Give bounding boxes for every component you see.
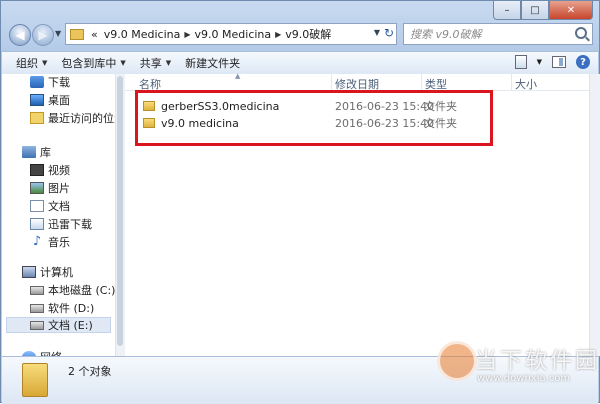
watermark-title: 当下软件园 — [475, 349, 600, 374]
help-icon[interactable]: ? — [576, 55, 590, 69]
include-in-library-label: 包含到库中 — [61, 57, 117, 70]
breadcrumb-item[interactable]: v9.0 Medicina — [104, 28, 181, 41]
chevron-right-icon[interactable]: ▶ — [275, 30, 281, 39]
navigation-pane: 下载 桌面 最近访问的位置 库 视频 图片 文档 迅雷下载 — [2, 74, 116, 356]
nav-item-music[interactable]: ♪ 音乐 — [30, 234, 70, 250]
nav-label: 音乐 — [48, 236, 70, 249]
nav-label: 桌面 — [48, 94, 70, 107]
toolbar-right: ▼ ? — [514, 55, 590, 69]
item-count: 2 个对象 — [68, 365, 112, 378]
nav-label: 计算机 — [40, 266, 73, 279]
search-icon[interactable] — [575, 27, 587, 39]
nav-item-recent[interactable]: 最近访问的位置 — [30, 110, 115, 126]
chevron-down-icon[interactable]: ▼ — [537, 58, 542, 66]
nav-label: 下载 — [48, 76, 70, 89]
content-scrollbar[interactable] — [589, 74, 600, 356]
refresh-icon[interactable]: ↻ — [384, 26, 394, 40]
breadcrumb-item[interactable]: v9.0破解 — [285, 26, 331, 42]
chevron-down-icon[interactable]: ▼ — [374, 28, 380, 37]
organize-label: 组织 — [16, 57, 38, 70]
drive-icon — [30, 303, 44, 313]
highlight-annotation-box — [135, 90, 493, 146]
nav-label: 库 — [40, 146, 51, 159]
nav-item-network[interactable]: 网络 — [22, 349, 62, 356]
nav-label: 图片 — [48, 182, 70, 195]
nav-item-libraries[interactable]: 库 — [22, 144, 51, 160]
column-size[interactable]: 大小 — [515, 76, 537, 92]
folder-icon — [22, 363, 48, 397]
explorer-window: – □ ✕ ◀ ▶ ▼ « v9.0 Medicina ▶ v9.0 Medic… — [0, 0, 600, 404]
document-icon — [30, 200, 44, 212]
download-icon — [30, 76, 44, 88]
nav-item-drive-e[interactable]: 文档 (E:) — [6, 317, 111, 333]
folder-icon — [70, 28, 84, 40]
breadcrumb-overflow[interactable]: « — [91, 28, 98, 41]
chevron-down-icon: ▼ — [42, 59, 48, 67]
picture-icon — [30, 182, 44, 194]
search-placeholder: 搜索 v9.0破解 — [410, 28, 482, 41]
new-folder-button[interactable]: 新建文件夹 — [185, 55, 240, 71]
column-divider[interactable] — [421, 74, 422, 90]
nav-item-pictures[interactable]: 图片 — [30, 180, 70, 196]
nav-item-downloads[interactable]: 下载 — [30, 74, 70, 90]
nav-label: 网络 — [40, 349, 62, 356]
nav-scrollbar-thumb[interactable] — [117, 76, 123, 346]
nav-item-thunder-downloads[interactable]: 迅雷下载 — [30, 216, 92, 232]
recent-pages-dropdown[interactable]: ▼ — [55, 29, 61, 38]
music-note-icon: ♪ — [32, 234, 42, 249]
minimize-button[interactable]: – — [493, 1, 521, 20]
preview-pane-icon[interactable] — [552, 56, 566, 68]
nav-label: 最近访问的位置 — [48, 112, 115, 125]
nav-label: 文档 (E:) — [48, 319, 93, 332]
library-icon — [22, 146, 36, 158]
nav-label: 软件 (D:) — [48, 302, 95, 315]
command-bar: 组织 ▼ 包含到库中 ▼ 共享 ▼ 新建文件夹 ▼ ? — [2, 51, 598, 75]
search-input[interactable]: 搜索 v9.0破解 — [403, 23, 593, 45]
watermark-logo-icon — [437, 341, 477, 381]
back-button[interactable]: ◀ — [9, 24, 31, 46]
nav-label: 文档 — [48, 200, 70, 213]
nav-item-documents[interactable]: 文档 — [30, 198, 70, 214]
chevron-right-icon[interactable]: ▶ — [184, 30, 190, 39]
change-view-icon[interactable] — [514, 55, 527, 69]
caption-buttons: – □ ✕ — [493, 1, 593, 20]
new-folder-label: 新建文件夹 — [185, 57, 241, 70]
close-button[interactable]: ✕ — [549, 1, 593, 20]
breadcrumb-item[interactable]: v9.0 Medicina — [195, 28, 272, 41]
column-headers: ▲ 名称 修改日期 类型 大小 — [125, 72, 589, 92]
file-list: ▲ 名称 修改日期 类型 大小 gerberSS3.0medicina 2016… — [125, 72, 589, 356]
nav-label: 本地磁盘 (C:) — [48, 284, 116, 297]
forward-button[interactable]: ▶ — [32, 24, 54, 46]
column-divider[interactable] — [511, 74, 512, 90]
organize-menu[interactable]: 组织 ▼ — [16, 55, 47, 71]
recent-places-icon — [30, 112, 44, 124]
chevron-down-icon: ▼ — [165, 59, 172, 67]
address-row: ◀ ▶ ▼ « v9.0 Medicina ▶ v9.0 Medicina ▶ … — [7, 23, 593, 47]
nav-item-drive-c[interactable]: 本地磁盘 (C:) — [30, 282, 115, 298]
nav-item-computer[interactable]: 计算机 — [22, 264, 73, 280]
nav-item-videos[interactable]: 视频 — [30, 162, 70, 178]
sort-arrow-icon: ▲ — [235, 72, 241, 80]
download-folder-icon — [30, 218, 44, 230]
desktop-icon — [30, 94, 44, 106]
share-menu[interactable]: 共享 ▼ — [140, 55, 171, 71]
maximize-button[interactable]: □ — [521, 1, 549, 20]
nav-item-drive-d[interactable]: 软件 (D:) — [30, 300, 94, 316]
column-divider[interactable] — [331, 74, 332, 90]
include-in-library-menu[interactable]: 包含到库中 ▼ — [61, 55, 125, 71]
drive-icon — [30, 285, 44, 295]
nav-item-desktop[interactable]: 桌面 — [30, 92, 70, 108]
drive-icon — [30, 320, 44, 330]
video-icon — [30, 164, 44, 176]
watermark-url: www.downxia.com — [477, 373, 571, 384]
address-bar[interactable]: « v9.0 Medicina ▶ v9.0 Medicina ▶ v9.0破解… — [65, 23, 397, 45]
nav-label: 迅雷下载 — [48, 218, 92, 231]
nav-label: 视频 — [48, 164, 70, 177]
share-label: 共享 — [139, 57, 162, 70]
nav-scrollbar[interactable] — [115, 74, 125, 356]
computer-icon — [22, 266, 36, 278]
chevron-down-icon: ▼ — [120, 59, 126, 67]
